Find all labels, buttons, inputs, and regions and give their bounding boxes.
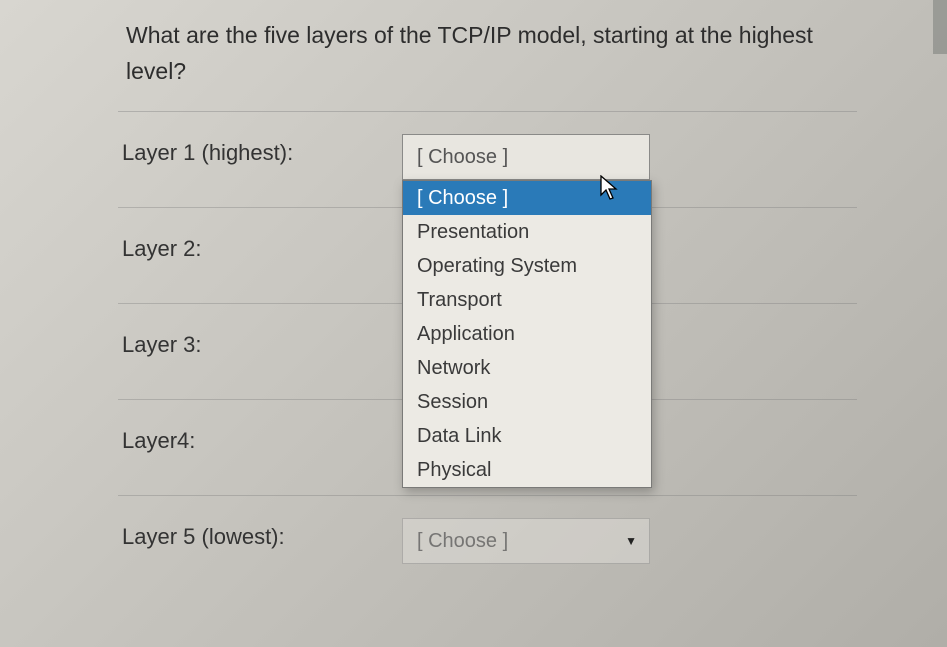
dropdown-option-presentation[interactable]: Presentation — [403, 215, 651, 249]
dropdown-option-transport[interactable]: Transport — [403, 283, 651, 317]
row-label-4: Layer4: — [122, 422, 402, 454]
question-divider — [118, 111, 857, 112]
select-placeholder-5: [ Choose ] — [417, 530, 508, 553]
answer-row-1: Layer 1 (highest): [ Choose ] [ Choose ]… — [118, 112, 857, 208]
dropdown-option-operating-system[interactable]: Operating System — [403, 249, 651, 283]
dropdown-option-application[interactable]: Application — [403, 317, 651, 351]
select-placeholder-1: [ Choose ] — [417, 146, 508, 169]
select-layer-1[interactable]: [ Choose ] — [402, 134, 650, 180]
row-label-2: Layer 2: — [122, 230, 402, 262]
row-label-1: Layer 1 (highest): — [122, 134, 402, 166]
select-layer-5[interactable]: [ Choose ] ▼ — [402, 518, 650, 564]
dropdown-option-data-link[interactable]: Data Link — [403, 419, 651, 453]
dropdown-layer-1[interactable]: [ Choose ] Presentation Operating System… — [402, 180, 652, 488]
scrollbar-thumb[interactable] — [933, 0, 947, 54]
question-text: What are the five layers of the TCP/IP m… — [118, 18, 857, 89]
dropdown-option-network[interactable]: Network — [403, 351, 651, 385]
row-label-5: Layer 5 (lowest): — [122, 518, 402, 550]
dropdown-option-physical[interactable]: Physical — [403, 453, 651, 487]
dropdown-option-choose[interactable]: [ Choose ] — [403, 181, 651, 215]
answer-row-5: Layer 5 (lowest): [ Choose ] ▼ — [118, 496, 857, 592]
dropdown-option-session[interactable]: Session — [403, 385, 651, 419]
chevron-down-icon: ▼ — [625, 534, 637, 548]
row-label-3: Layer 3: — [122, 326, 402, 358]
